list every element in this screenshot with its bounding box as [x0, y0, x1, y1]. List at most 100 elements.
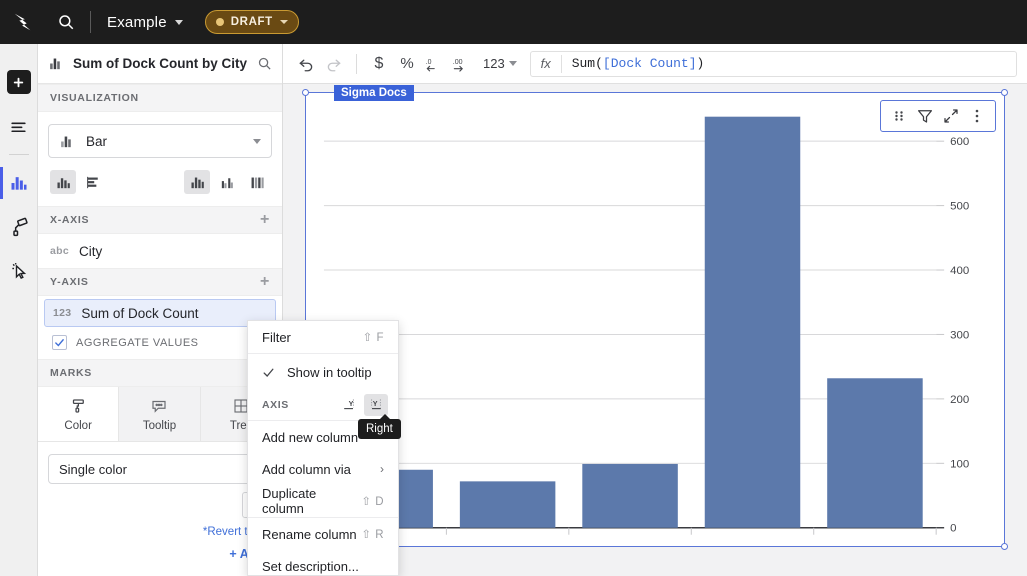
- bar-100-icon[interactable]: [244, 170, 270, 194]
- page-title: Sum of Dock Count by City: [73, 56, 249, 71]
- field-name: City: [79, 244, 102, 259]
- select-cursor-icon: [9, 261, 29, 281]
- tab-color[interactable]: Color: [38, 387, 119, 441]
- bar[interactable]: [705, 117, 801, 528]
- number-format-label: 123: [483, 56, 505, 71]
- horizontal-bar-icon[interactable]: [80, 170, 106, 194]
- pages-button[interactable]: [0, 104, 38, 148]
- currency-format-button[interactable]: $: [366, 51, 392, 77]
- chevron-down-icon: [509, 61, 517, 66]
- bar[interactable]: [460, 481, 556, 527]
- axis-right-icon[interactable]: Y: [364, 394, 388, 416]
- resize-handle-tr[interactable]: [1001, 89, 1008, 96]
- chart-container[interactable]: Sigma Docs: [305, 92, 1005, 547]
- viz-type-select[interactable]: Bar: [48, 124, 272, 158]
- axis-section-label: AXIS: [262, 399, 334, 411]
- axis-left-icon[interactable]: Y: [337, 394, 361, 416]
- chart-toolbar: [880, 100, 996, 132]
- bar[interactable]: [827, 378, 923, 527]
- resize-handle-br[interactable]: [1001, 543, 1008, 550]
- draft-dot-icon: [216, 18, 224, 26]
- menu-item-show-in-tooltip[interactable]: Show in tooltip: [248, 354, 398, 390]
- menu-item-add-column-via[interactable]: Add column via ›: [248, 453, 398, 485]
- filter-funnel-icon[interactable]: [913, 104, 937, 128]
- yaxis-section-label: Y-AXIS +: [38, 268, 282, 296]
- paint-roller-icon: [9, 217, 29, 237]
- visualization-section-label: VISUALIZATION: [38, 84, 282, 112]
- bar-grouped-icon[interactable]: [214, 170, 240, 194]
- formula-text: Sum([Dock Count]): [562, 56, 705, 71]
- decrease-decimal-icon[interactable]: .0: [422, 51, 448, 77]
- increase-decimal-icon[interactable]: .00: [450, 51, 476, 77]
- y-axis-tick-label: 200: [950, 394, 969, 406]
- y-axis-tick-label: 300: [950, 329, 969, 341]
- element-tag[interactable]: Sigma Docs: [334, 85, 414, 101]
- yaxis-field[interactable]: 123 Sum of Dock Count: [44, 299, 276, 327]
- search-icon[interactable]: [46, 0, 86, 44]
- format-button[interactable]: [0, 205, 38, 249]
- sigma-logo-icon[interactable]: [0, 0, 46, 44]
- add-yaxis-icon[interactable]: +: [260, 277, 270, 287]
- aggregate-values-checkbox[interactable]: AGGREGATE VALUES: [38, 330, 282, 359]
- formula-input[interactable]: fx Sum([Dock Count]): [530, 51, 1017, 77]
- expand-arrows-icon[interactable]: [939, 104, 963, 128]
- add-link[interactable]: + Add: [38, 538, 282, 561]
- drag-handle-icon[interactable]: [887, 104, 911, 128]
- menu-item-set-description[interactable]: Set description...: [248, 550, 398, 576]
- field-name: Sum of Dock Count: [81, 306, 198, 321]
- y-axis-tick-label: 500: [950, 201, 969, 213]
- chevron-right-icon: ›: [380, 462, 384, 476]
- tab-tooltip[interactable]: Tooltip: [119, 387, 200, 441]
- bar[interactable]: [582, 464, 678, 528]
- add-button[interactable]: [0, 60, 38, 104]
- bar-stacked-icon[interactable]: [184, 170, 210, 194]
- svg-text:.0: .0: [426, 59, 432, 66]
- xaxis-field[interactable]: abc City: [38, 234, 282, 268]
- top-bar: Example DRAFT: [0, 0, 1027, 44]
- app-root: Example DRAFT: [0, 0, 1027, 576]
- selection-button[interactable]: [0, 249, 38, 293]
- more-options-icon[interactable]: [965, 104, 989, 128]
- menu-item-shortcut: ⇧ R: [361, 527, 384, 541]
- chevron-down-icon: [175, 20, 183, 25]
- y-axis-tick-label: 400: [950, 265, 969, 277]
- search-icon[interactable]: [257, 56, 272, 71]
- marks-tabs: Color Tooltip Trell: [38, 387, 282, 442]
- formula-suffix: ): [697, 56, 705, 71]
- menu-item-rename-column[interactable]: Rename column ⇧ R: [248, 518, 398, 550]
- section-title: X-AXIS: [50, 214, 260, 226]
- viz-type-value: Bar: [86, 134, 243, 149]
- formula-reference: [Dock Count]: [603, 56, 697, 71]
- menu-item-shortcut: ⇧ D: [361, 494, 384, 508]
- number-format-select[interactable]: 123: [478, 51, 522, 77]
- tooltip-icon: [150, 397, 168, 415]
- y-axis-tick-label: 0: [950, 523, 956, 535]
- redo-icon[interactable]: [321, 51, 347, 77]
- tab-label: Color: [64, 420, 91, 432]
- status-badge[interactable]: DRAFT: [205, 10, 299, 34]
- axis-position-row: AXIS Y Y: [248, 390, 398, 420]
- add-xaxis-icon[interactable]: +: [260, 215, 270, 225]
- undo-icon[interactable]: [293, 51, 319, 77]
- menu-item-duplicate-column[interactable]: Duplicate column ⇧ D: [248, 485, 398, 517]
- axis-right-tooltip: Right: [358, 419, 401, 439]
- aggregate-values-label: AGGREGATE VALUES: [76, 337, 199, 349]
- resize-handle-tl[interactable]: [302, 89, 309, 96]
- document-title-menu[interactable]: Example: [101, 10, 189, 35]
- section-title: VISUALIZATION: [50, 92, 270, 104]
- bar-chart-icon: [59, 133, 76, 150]
- menu-item-filter[interactable]: Filter ⇧ F: [248, 321, 398, 353]
- menu-item-label: Set description...: [262, 559, 384, 574]
- icon-rail: [0, 44, 38, 576]
- color-mode-select[interactable]: Single color: [48, 454, 272, 484]
- vertical-bar-icon[interactable]: [50, 170, 76, 194]
- page-list-icon: [9, 117, 28, 136]
- y-axis-tick-label: 600: [950, 136, 969, 148]
- visualization-button[interactable]: [0, 161, 38, 205]
- revert-to-default-link[interactable]: *Revert to de: [38, 518, 282, 538]
- bar-chart-plot[interactable]: 0100200300400500600: [306, 93, 1004, 547]
- panel-header: Sum of Dock Count by City: [38, 44, 282, 84]
- percent-format-button[interactable]: %: [394, 51, 420, 77]
- menu-item-label: Duplicate column: [262, 486, 361, 516]
- color-swatch-row: [38, 484, 282, 518]
